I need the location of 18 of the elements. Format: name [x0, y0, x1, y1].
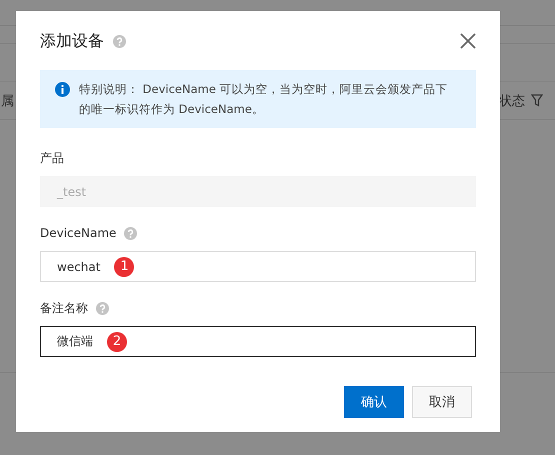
dialog-title: 添加设备 [40, 30, 104, 52]
number-badge: 2 [107, 332, 127, 352]
number-badge: 1 [114, 256, 134, 276]
close-icon[interactable] [460, 33, 476, 49]
input-field[interactable]: wechat 1 [40, 251, 476, 282]
column-header: 属 [1, 92, 14, 110]
confirm-button[interactable]: 确认 [344, 386, 404, 418]
field-label: 备注名称 [40, 300, 88, 316]
help-icon[interactable] [96, 302, 109, 314]
input-field[interactable]: 微信端 2 [40, 326, 476, 357]
help-icon[interactable] [113, 34, 126, 48]
field-label: 产品 [40, 150, 64, 166]
help-icon[interactable] [124, 226, 138, 240]
cancel-button[interactable]: 取消 [412, 386, 472, 418]
info-icon [55, 82, 70, 97]
field-label: DeviceName [40, 226, 116, 240]
notice-text: 特别说明： DeviceName 可以为空，当为空时，阿里云会颁发产品下的唯一标识符作为 DeviceName。 [79, 81, 449, 118]
filter-icon[interactable] [531, 94, 543, 107]
